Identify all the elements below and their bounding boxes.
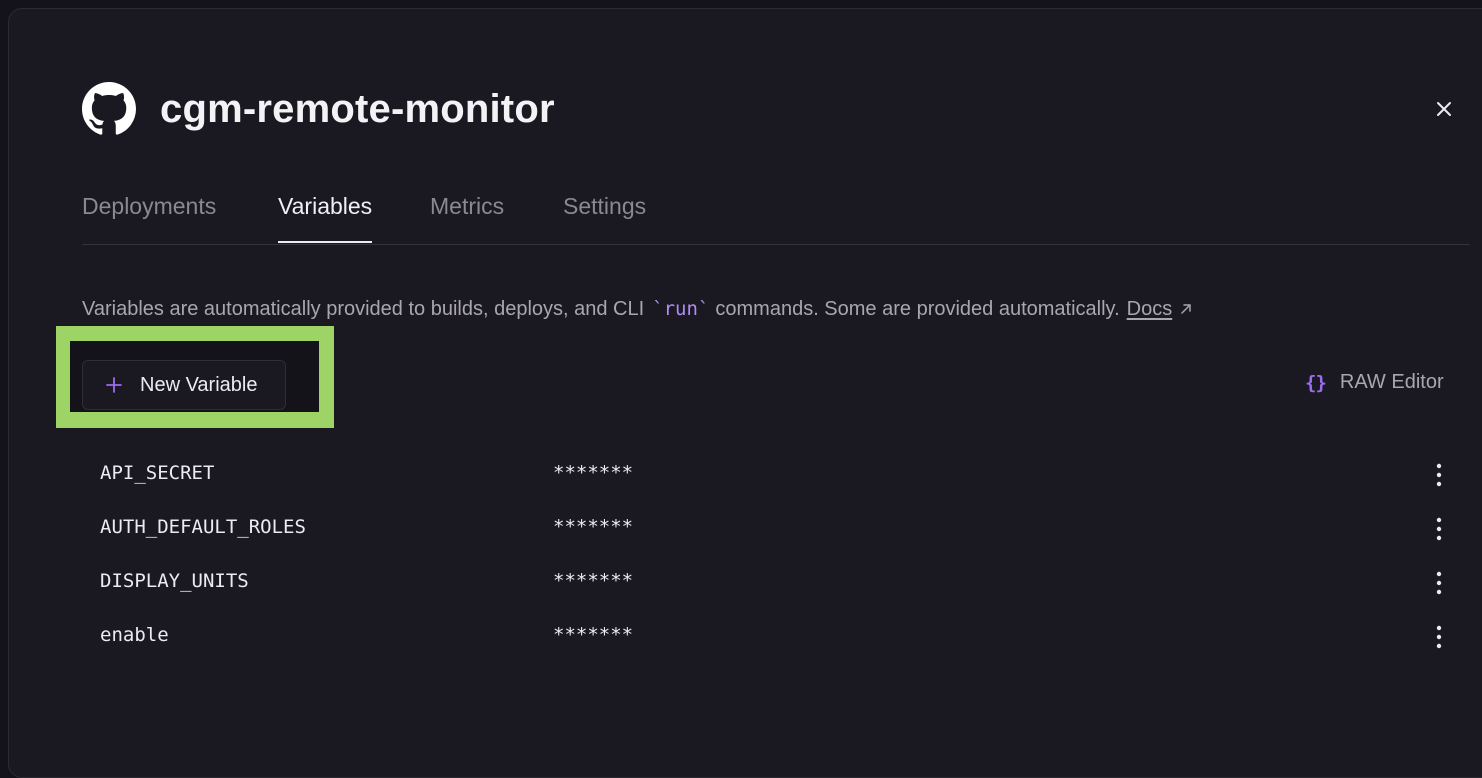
variable-row[interactable]: DISPLAY_UNITS ******* [82,558,1460,612]
new-variable-label: New Variable [140,373,258,396]
tab-deployments[interactable]: Deployments [82,190,216,222]
variable-name: DISPLAY_UNITS [100,570,249,592]
external-link-icon [1181,304,1191,314]
more-options-icon[interactable] [1428,570,1450,596]
variable-row[interactable]: AUTH_DEFAULT_ROLES ******* [82,504,1460,558]
more-options-icon[interactable] [1428,624,1450,650]
tab-variables[interactable]: Variables [278,190,373,243]
variable-name: AUTH_DEFAULT_ROLES [100,516,306,538]
variable-row[interactable]: API_SECRET ******* [82,450,1460,504]
tab-bar: Deployments Variables Metrics Settings [82,190,1470,245]
raw-editor-button[interactable]: {} RAW Editor [1305,371,1444,394]
run-command-code: `run` [652,298,710,320]
variables-description: Variables are automatically provided to … [82,294,1194,324]
more-options-icon[interactable] [1428,516,1450,542]
tab-metrics[interactable]: Metrics [430,190,504,222]
variable-name: API_SECRET [100,462,215,484]
docs-link[interactable]: Docs [1127,294,1173,324]
description-text-after: commands. Some are provided automaticall… [715,298,1120,320]
variable-name: enable [100,624,169,646]
service-header: cgm-remote-monitor [82,82,555,136]
tab-settings[interactable]: Settings [563,190,646,222]
plus-icon [106,377,122,393]
variable-value[interactable]: ******* [553,624,633,646]
variable-value[interactable]: ******* [553,570,633,592]
raw-editor-label: RAW Editor [1339,371,1444,393]
close-icon[interactable] [1432,97,1456,121]
variable-value[interactable]: ******* [553,462,633,484]
variable-row[interactable]: enable ******* [82,612,1460,666]
github-icon [82,82,136,135]
more-options-icon[interactable] [1428,462,1450,488]
page-title: cgm-remote-monitor [160,87,555,131]
new-variable-button[interactable]: New Variable [82,360,286,410]
braces-icon: {} [1305,371,1327,394]
description-text: Variables are automatically provided to … [82,298,645,320]
variable-value[interactable]: ******* [553,516,633,538]
variables-list: API_SECRET ******* AUTH_DEFAULT_ROLES **… [82,450,1460,666]
